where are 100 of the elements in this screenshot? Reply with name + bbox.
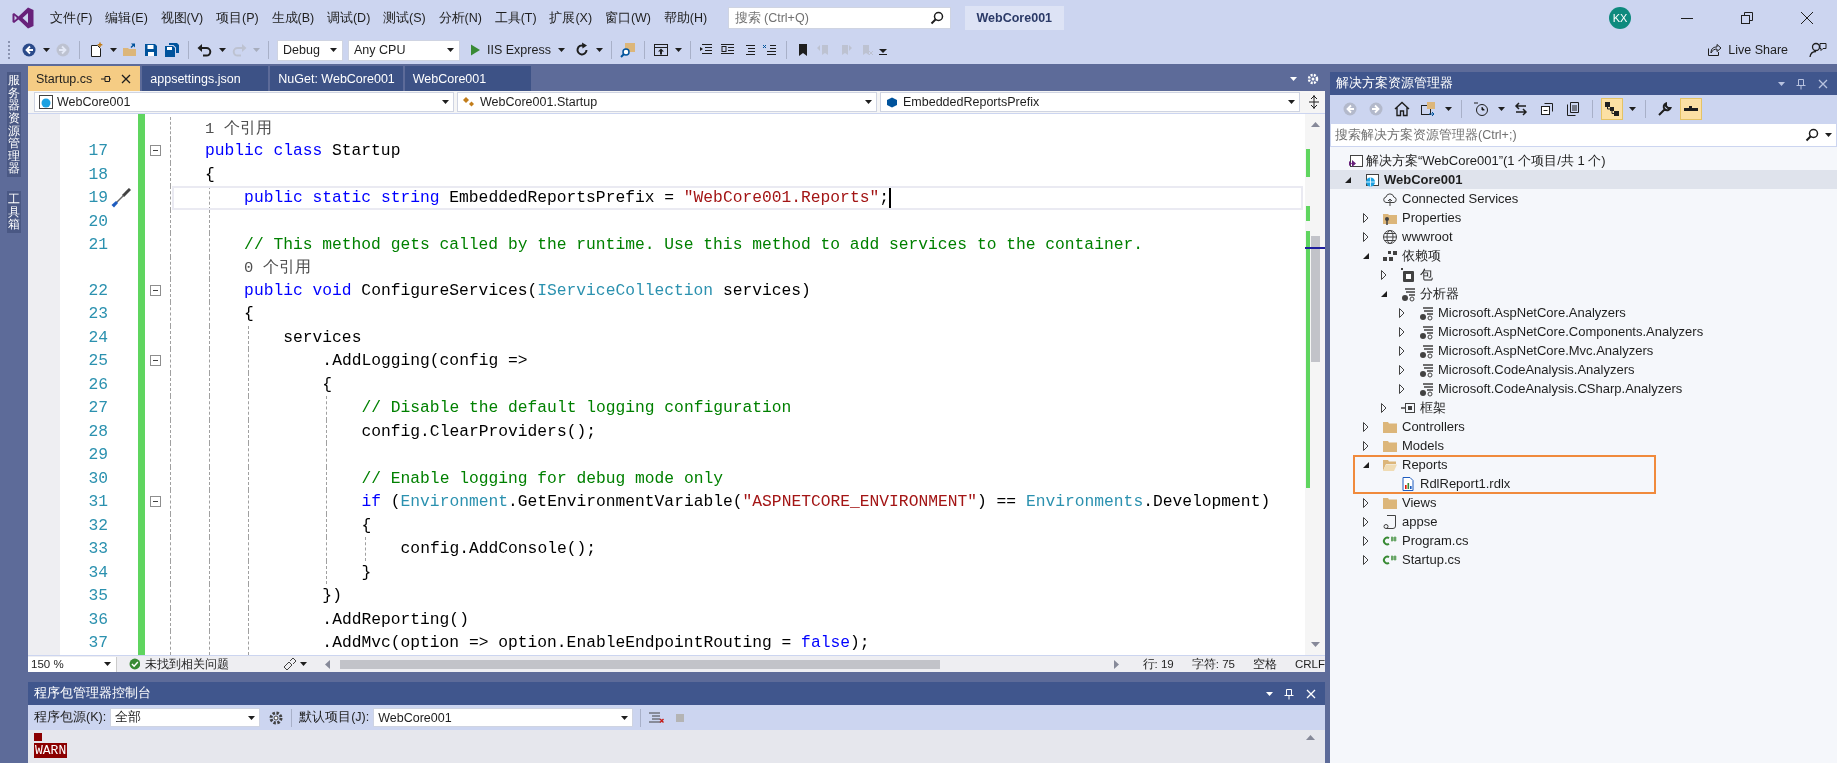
- caret-icon[interactable]: [865, 100, 872, 104]
- tree-item[interactable]: Views: [1402, 495, 1437, 510]
- tree-item[interactable]: Microsoft.CodeAnalysis.Analyzers: [1438, 362, 1635, 377]
- save-icon[interactable]: [143, 42, 159, 58]
- document-tab[interactable]: WebCore001: [404, 66, 531, 91]
- undo-icon[interactable]: [197, 42, 213, 58]
- collapse-icon[interactable]: [150, 355, 161, 367]
- home-icon[interactable]: [1392, 99, 1412, 119]
- scroll-up-icon[interactable]: [1306, 735, 1315, 740]
- tree-item[interactable]: Startup.cs: [1402, 552, 1461, 567]
- run-button[interactable]: IIS Express: [465, 43, 569, 57]
- cleanup-dropdown[interactable]: [282, 658, 308, 670]
- caret-icon[interactable]: [103, 662, 111, 666]
- account-avatar[interactable]: KX: [1609, 7, 1631, 29]
- caret-icon[interactable]: [330, 48, 337, 52]
- tree-item[interactable]: Reports: [1402, 457, 1448, 472]
- menu-item[interactable]: 工具(T): [488, 6, 544, 30]
- document-tab[interactable]: Startup.cs: [28, 66, 141, 91]
- browser-icon[interactable]: [652, 42, 669, 58]
- new-file-icon[interactable]: [88, 42, 104, 58]
- toolbar-dropdown[interactable]: Debug: [277, 39, 343, 61]
- caret-icon[interactable]: [1629, 107, 1636, 111]
- side-tab[interactable]: 服务器资源管理器: [7, 72, 21, 178]
- whitespace-indicator[interactable]: 空格: [1252, 656, 1277, 672]
- tree-item[interactable]: Microsoft.AspNetCore.Components.Analyzers: [1438, 324, 1704, 339]
- scroll-thumb[interactable]: [340, 659, 941, 669]
- tree-item[interactable]: Program.cs: [1402, 533, 1469, 548]
- project-dropdown[interactable]: WebCore001: [34, 92, 454, 112]
- back-icon[interactable]: [21, 42, 37, 58]
- menu-item[interactable]: 视图(V): [154, 6, 210, 30]
- tree-item[interactable]: Controllers: [1402, 419, 1465, 434]
- reference-count[interactable]: 1 个引用: [205, 117, 272, 139]
- lines-icon[interactable]: [761, 42, 778, 58]
- line-indicator[interactable]: 行: 19: [1142, 656, 1174, 672]
- tree-item[interactable]: Microsoft.AspNetCore.Analyzers: [1438, 305, 1626, 320]
- caret-icon[interactable]: [595, 48, 603, 52]
- caret-icon[interactable]: [1498, 107, 1505, 111]
- find-icon[interactable]: [619, 42, 636, 58]
- vs-logo-icon[interactable]: [11, 6, 35, 30]
- caret-icon[interactable]: [1825, 133, 1832, 137]
- menu-item[interactable]: 扩展(X): [543, 6, 599, 30]
- tree-item[interactable]: 框架: [1420, 398, 1446, 417]
- collapse-icon[interactable]: [150, 145, 161, 157]
- preview-icon[interactable]: [1681, 99, 1701, 119]
- restore-icon[interactable]: [1740, 11, 1754, 25]
- menu-item[interactable]: 文件(F): [44, 6, 99, 30]
- caret-icon[interactable]: [248, 715, 256, 720]
- menu-item[interactable]: 项目(P): [209, 6, 266, 30]
- scroll-right-icon[interactable]: [1113, 659, 1119, 669]
- feedback-icon[interactable]: [1809, 41, 1827, 59]
- screwdriver-icon[interactable]: [111, 187, 131, 208]
- tree-item[interactable]: 分析器: [1420, 284, 1459, 303]
- menu-item[interactable]: 测试(S): [376, 6, 433, 30]
- caret-icon[interactable]: [1288, 100, 1295, 104]
- settings-icon[interactable]: [1307, 72, 1319, 85]
- collapse-icon[interactable]: [150, 496, 161, 508]
- tree-item[interactable]: 包: [1420, 265, 1433, 284]
- caret-icon[interactable]: [1445, 107, 1452, 111]
- toolbar-dropdown[interactable]: Any CPU: [348, 39, 460, 61]
- settings-icon[interactable]: [268, 709, 285, 726]
- menu-item[interactable]: 编辑(E): [98, 6, 155, 30]
- tree-view-icon[interactable]: [1602, 99, 1622, 119]
- tree-item[interactable]: Microsoft.AspNetCore.Mvc.Analyzers: [1438, 343, 1654, 358]
- type-dropdown[interactable]: WebCore001.Startup: [457, 92, 877, 112]
- sync-icon[interactable]: [1418, 99, 1438, 119]
- caret-icon[interactable]: [442, 100, 449, 104]
- document-tab[interactable]: appsettings.json: [142, 66, 269, 91]
- collapse-icon[interactable]: [150, 284, 161, 296]
- tree-item[interactable]: wwwroot: [1402, 229, 1453, 244]
- search-field[interactable]: 搜索解决方案资源管理器(Ctrl+;): [1330, 123, 1837, 147]
- tree-item[interactable]: Connected Services: [1402, 191, 1519, 206]
- caret-icon[interactable]: [43, 48, 50, 52]
- tree-item[interactable]: appse: [1402, 514, 1438, 529]
- split-icon[interactable]: [1307, 95, 1321, 109]
- menu-item[interactable]: 帮助(H): [657, 6, 714, 30]
- scroll-down-icon[interactable]: [1311, 642, 1320, 647]
- caret-icon[interactable]: [1266, 691, 1273, 696]
- scroll-up-icon[interactable]: [1311, 122, 1320, 127]
- caret-icon[interactable]: [110, 48, 117, 52]
- close-icon[interactable]: [1800, 11, 1814, 25]
- close-icon[interactable]: [120, 72, 133, 85]
- menu-item[interactable]: 分析(N): [432, 6, 489, 30]
- default-project-dropdown[interactable]: WebCore001: [373, 708, 634, 727]
- member-dropdown[interactable]: EmbeddedReportsPrefix: [880, 92, 1300, 112]
- menu-item[interactable]: 调试(D): [320, 6, 377, 30]
- search-icon[interactable]: [1805, 128, 1819, 142]
- open-folder-icon[interactable]: [122, 42, 138, 58]
- tree-item[interactable]: WebCore001: [1384, 172, 1463, 187]
- caret-icon[interactable]: [447, 48, 454, 52]
- scroll-thumb[interactable]: [1311, 236, 1320, 362]
- side-tab[interactable]: 工具箱: [7, 191, 21, 234]
- zoom-dropdown[interactable]: 150 %: [28, 656, 117, 672]
- reference-count[interactable]: 0 个引用: [244, 257, 311, 278]
- document-tab[interactable]: NuGet: WebCore001: [270, 66, 403, 91]
- live-share-button[interactable]: Live Share: [1706, 42, 1788, 58]
- caret-icon[interactable]: [621, 715, 629, 720]
- menu-item[interactable]: 窗口(W): [598, 6, 658, 30]
- package-source-dropdown[interactable]: 全部: [110, 708, 261, 727]
- tree-item[interactable]: Models: [1402, 438, 1444, 453]
- issues-status[interactable]: 未找到相关问题: [145, 656, 269, 672]
